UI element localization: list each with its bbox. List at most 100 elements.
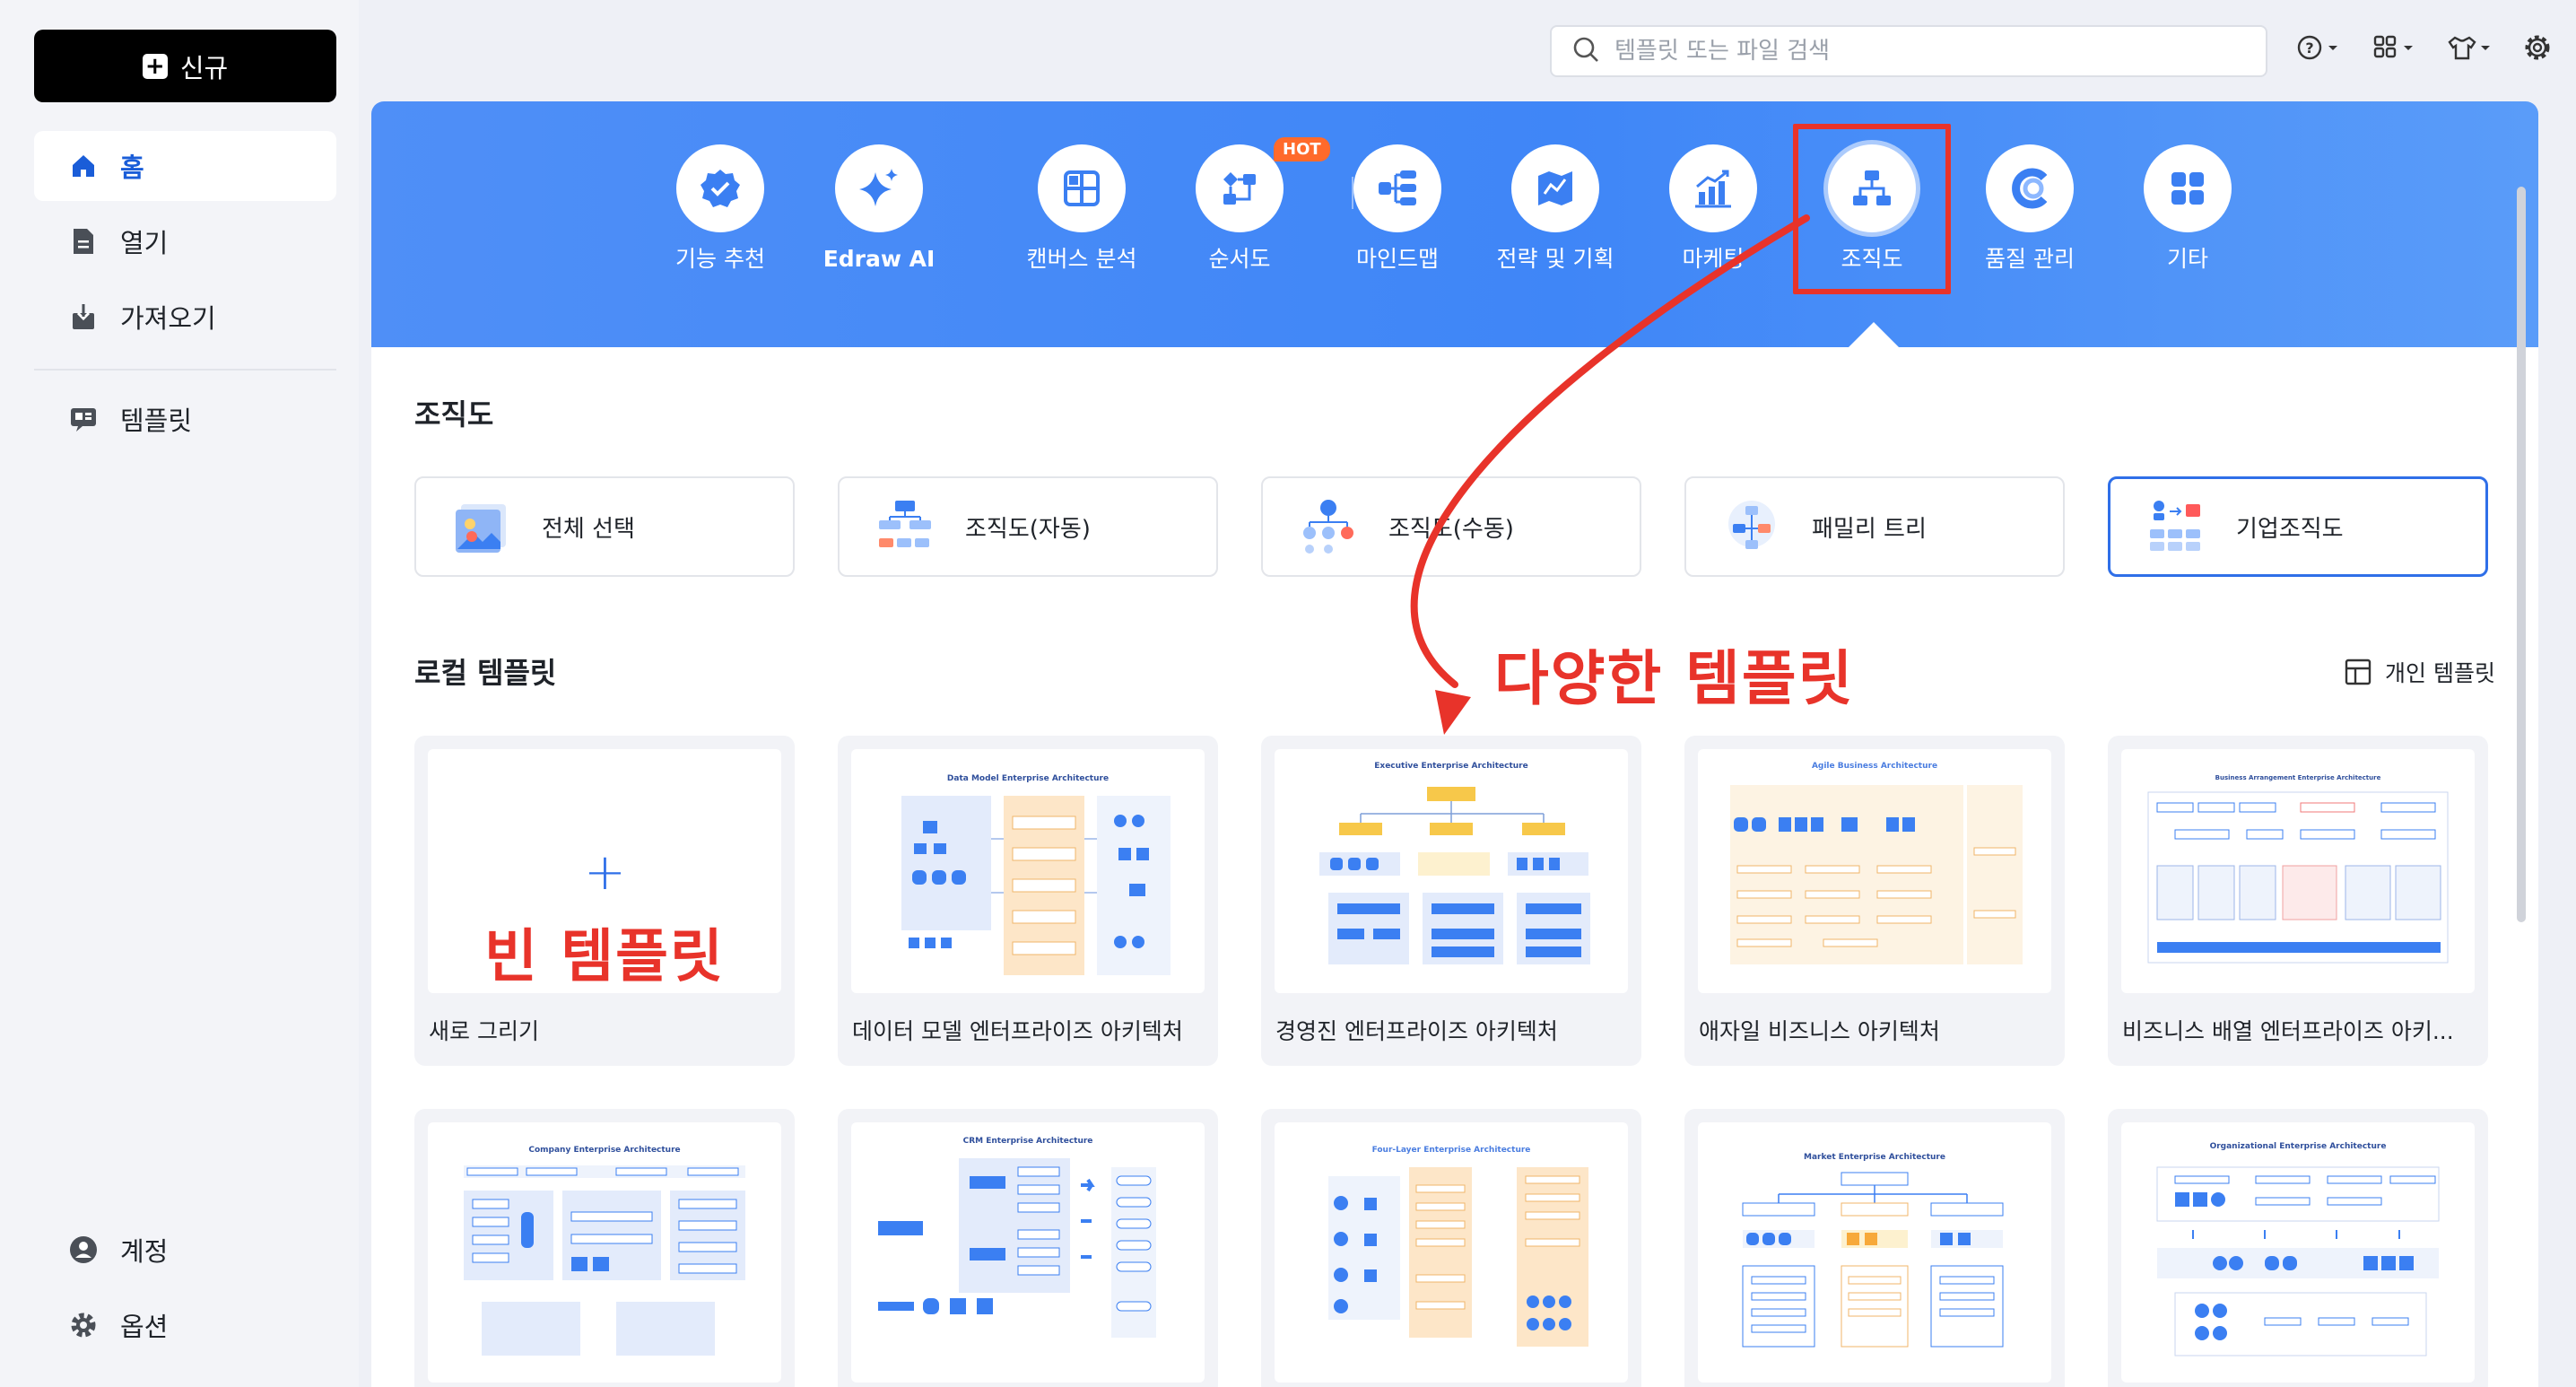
template-card[interactable]: Market Enterprise Architecture [1684, 1109, 2065, 1387]
search-input[interactable] [1614, 38, 2242, 65]
layout-icon [2345, 659, 2371, 685]
private-templates-link[interactable]: 개인 템플릿 [2344, 656, 2495, 688]
subcategory-label: 전체 선택 [542, 515, 635, 543]
diagram-preview [2156, 1166, 2440, 1356]
auto-org-icon [879, 501, 931, 547]
category-label: 마케팅 [1682, 246, 1745, 272]
subcategory-family-tree[interactable]: 패밀리 트리 [1684, 476, 2065, 577]
category-label: 마인드맵 [1355, 246, 1439, 272]
sidebar-item-templates[interactable]: 템플릿 [34, 384, 336, 454]
category-strategy[interactable]: 전략 및 기획 [1484, 144, 1627, 273]
apps-icon[interactable] [2371, 32, 2416, 63]
template-card-blank[interactable]: + 빈 템플릿 새로 그리기 [414, 736, 795, 1066]
quality-icon [1986, 144, 2074, 232]
svg-text:?: ? [2305, 39, 2313, 57]
template-card[interactable]: Business Arrangement Enterprise Architec… [2108, 736, 2488, 1066]
diagram-preview [901, 796, 1171, 975]
mindmap-icon [1353, 144, 1441, 232]
sidebar-item-label: 계정 [120, 1236, 169, 1267]
subcategory-org-auto[interactable]: 조직도(자동) [838, 476, 1218, 577]
sidebar-item-label: 템플릿 [120, 406, 193, 436]
org-section-title: 조직도 [414, 397, 494, 432]
template-thumbnail: + 빈 템플릿 [428, 749, 781, 993]
template-thumbnail: CRM Enterprise Architecture [851, 1122, 1205, 1383]
category-mindmap[interactable]: 마인드맵 [1326, 144, 1469, 273]
category-flowchart[interactable]: 순서도 [1168, 144, 1311, 273]
diagram-preview [1328, 1167, 1588, 1347]
category-label: 순서도 [1208, 246, 1271, 272]
thumbnail-title: Market Enterprise Architecture [1804, 1153, 1945, 1162]
template-name: 데이터 모델 엔터프라이즈 아키텍처 [852, 1018, 1183, 1044]
main-panel: 기능 추천 Edraw AI HOT 캔버스 분석 순서도 마인드맵 전략 및 … [371, 101, 2538, 1387]
category-other[interactable]: 기타 [2116, 144, 2259, 273]
category-label: Edraw AI [822, 246, 936, 272]
template-icon [68, 404, 99, 434]
template-card[interactable]: Four-Layer Enterprise Architecture [1261, 1109, 1641, 1387]
template-card[interactable]: Organizational Enterprise Architecture [2108, 1109, 2488, 1387]
diagram-preview [1319, 787, 1590, 964]
thumbnail-title: Executive Enterprise Architecture [1374, 762, 1528, 771]
sidebar-item-label: 가져오기 [120, 303, 216, 334]
category-banner: 기능 추천 Edraw AI HOT 캔버스 분석 순서도 마인드맵 전략 및 … [371, 101, 2538, 347]
sidebar-item-options[interactable]: 옵션 [34, 1290, 336, 1360]
scrollbar[interactable] [2517, 187, 2526, 922]
category-canvas-analysis[interactable]: 캔버스 분석 [1010, 144, 1153, 273]
category-label: 기타 [2166, 246, 2208, 272]
template-thumbnail: Business Arrangement Enterprise Architec… [2121, 749, 2475, 993]
help-icon[interactable]: ? [2296, 32, 2341, 63]
import-icon [68, 301, 99, 332]
local-templates-title: 로컬 템플릿 [414, 656, 557, 690]
gear-icon [68, 1310, 99, 1340]
category-marketing[interactable]: 마케팅 [1641, 144, 1785, 273]
sparkle-icon [835, 144, 923, 232]
settings-icon[interactable] [2522, 32, 2553, 63]
new-button[interactable]: + 신규 [34, 30, 336, 102]
template-card[interactable]: CRM Enterprise Architecture [838, 1109, 1218, 1387]
category-featured[interactable]: 기능 추천 [648, 144, 792, 273]
template-card[interactable]: Data Model Enterprise Architecture 데이터 모… [838, 736, 1218, 1066]
sidebar-item-home[interactable]: 홈 [34, 131, 336, 201]
template-name: 애자일 비즈니스 아키텍처 [1699, 1018, 1940, 1044]
sidebar-item-label: 열기 [120, 228, 169, 258]
flowchart-icon [1196, 144, 1284, 232]
template-card[interactable]: Executive Enterprise Architecture 경영진 엔터… [1261, 736, 1641, 1066]
template-thumbnail: Organizational Enterprise Architecture [2121, 1122, 2475, 1383]
subcategory-enterprise-org[interactable]: 기업조직도 [2108, 476, 2488, 577]
sidebar-item-open[interactable]: 열기 [34, 206, 336, 276]
chart-icon [1669, 144, 1757, 232]
category-label: 캔버스 분석 [1026, 246, 1137, 272]
shirt-icon[interactable] [2447, 32, 2492, 63]
account-icon [68, 1234, 99, 1265]
manual-org-icon [1303, 500, 1353, 554]
various-templates-annotation: 다양한 템플릿 [1494, 644, 1855, 713]
thumbnail-title: Four-Layer Enterprise Architecture [1371, 1146, 1531, 1155]
template-thumbnail: Agile Business Architecture [1698, 749, 2051, 993]
thumbnail-title: Agile Business Architecture [1811, 762, 1938, 771]
template-card[interactable]: Agile Business Architecture 애자일 비즈니스 아키텍… [1684, 736, 2065, 1066]
category-label: 기능 추천 [675, 246, 765, 272]
diagram-preview [2147, 791, 2449, 964]
sidebar-item-label: 옵션 [120, 1312, 169, 1342]
subcategory-label: 기업조직도 [2236, 515, 2344, 543]
thumbnail-title: Data Model Enterprise Architecture [946, 774, 1110, 783]
category-label: 품질 관리 [1985, 246, 2075, 272]
search-box[interactable] [1550, 25, 2267, 77]
template-thumbnail: Data Model Enterprise Architecture [851, 749, 1205, 993]
template-thumbnail: Company Enterprise Architecture [428, 1122, 781, 1383]
diagram-preview [878, 1158, 1156, 1338]
sidebar-item-account[interactable]: 계정 [34, 1215, 336, 1285]
new-button-label: 신규 [179, 52, 229, 83]
sidebar-item-import[interactable]: 가져오기 [34, 282, 336, 352]
diagram-preview [1730, 785, 2023, 964]
category-edraw-ai[interactable]: Edraw AI [807, 144, 951, 273]
org-chart-highlight [1793, 124, 1951, 294]
subcategory-label: 조직도(수동) [1388, 515, 1514, 543]
family-tree-icon [1728, 501, 1775, 549]
subcategory-org-manual[interactable]: 조직도(수동) [1261, 476, 1641, 577]
template-thumbnail: Executive Enterprise Architecture [1275, 749, 1628, 993]
subcategory-all[interactable]: 전체 선택 [414, 476, 795, 577]
category-quality[interactable]: 품질 관리 [1958, 144, 2102, 273]
grid-icon [1038, 144, 1126, 232]
template-card[interactable]: Company Enterprise Architecture [414, 1109, 795, 1387]
diagram-preview [464, 1165, 745, 1356]
